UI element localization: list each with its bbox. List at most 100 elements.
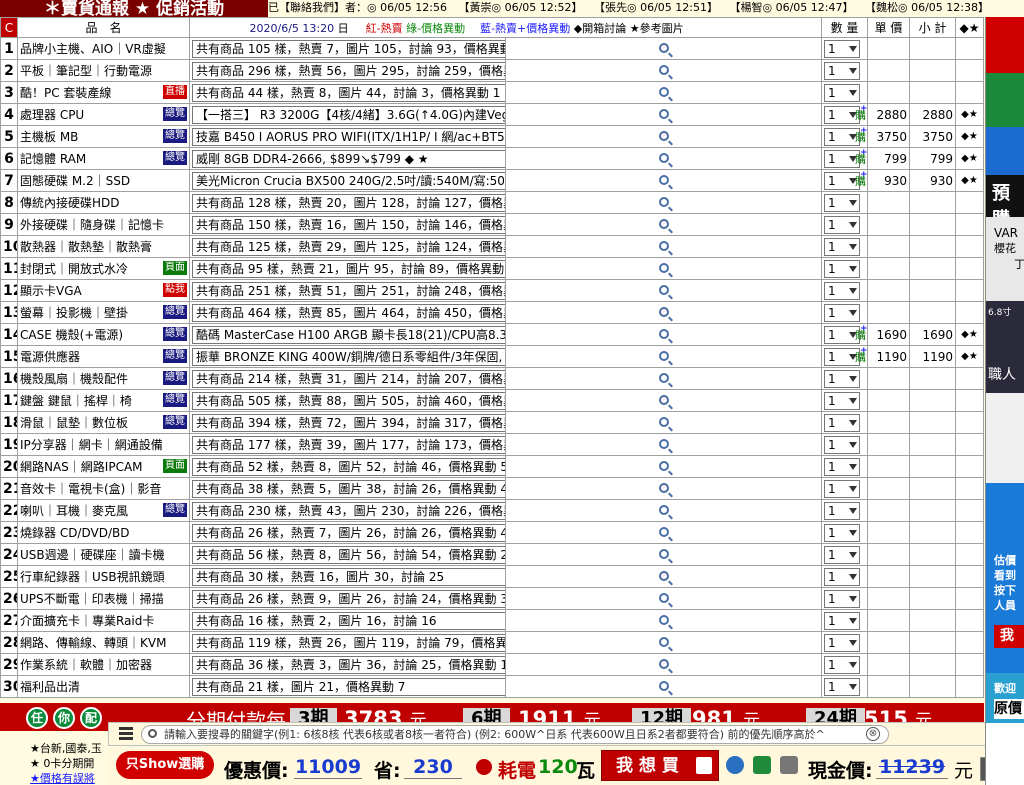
category-badge[interactable]: 總覽 [163, 349, 187, 363]
category-label[interactable]: 鍵盤 鍵鼠｜搖桿｜椅 [20, 394, 132, 408]
category-link[interactable]: 散熱器｜散熱墊｜散熱膏 [17, 235, 190, 258]
category-label[interactable]: 螢幕｜投影機｜壁掛 [20, 306, 128, 320]
category-link[interactable]: 記憶體 RAM 總覽 [17, 147, 190, 170]
magnifier-icon[interactable] [658, 416, 669, 427]
category-label[interactable]: CASE 機殼(+電源) [20, 328, 123, 342]
magnifier-icon[interactable] [658, 636, 669, 647]
category-badge[interactable]: 總覽 [163, 327, 187, 341]
category-label[interactable]: 外接硬碟｜隨身碟｜記憶卡 [20, 218, 164, 232]
product-select[interactable]: 共有商品 52 樣，熱賣 8，圖片 52，討論 46，價格異動 5 [192, 457, 505, 476]
qty-select[interactable]: 1 [824, 435, 860, 454]
category-link[interactable]: 行車紀錄器｜USB視訊鏡頭 [17, 565, 190, 588]
category-label[interactable]: 網路NAS｜網路IPCAM [20, 460, 143, 474]
category-label[interactable]: 行車紀錄器｜USB視訊鏡頭 [20, 570, 165, 584]
product-select[interactable]: 共有商品 125 樣，熱賣 29，圖片 125，討論 124，價格異動 1 [192, 237, 505, 256]
want-buy-button[interactable]: 我 想 買 [601, 750, 719, 781]
product-select[interactable]: 共有商品 177 樣，熱賣 39，圖片 177，討論 173，價格異動 28，限… [192, 435, 505, 454]
category-badge[interactable]: 總覽 [163, 503, 187, 517]
magnifier-icon[interactable] [658, 548, 669, 559]
qty-select[interactable]: 1 [824, 589, 860, 608]
qty-select[interactable]: 1 [824, 457, 860, 476]
category-link[interactable]: 品牌小主機、AIO｜VR虛擬 [17, 37, 190, 60]
category-link[interactable]: 作業系統｜軟體｜加密器 [17, 653, 190, 676]
category-label[interactable]: 平板｜筆記型｜行動電源 [20, 64, 152, 78]
magnifier-icon[interactable] [658, 394, 669, 405]
product-select[interactable]: 共有商品 394 樣，熱賣 72，圖片 394，討論 317，價格異動 29 [192, 413, 505, 432]
category-link[interactable]: 滑鼠｜鼠墊｜數位板 總覽 [17, 411, 190, 434]
category-badge[interactable]: 總覽 [163, 129, 187, 143]
product-select[interactable]: 共有商品 16 樣，熱賣 2，圖片 16，討論 16 [192, 611, 505, 630]
product-select[interactable]: 共有商品 105 樣，熱賣 7，圖片 105，討論 93，價格異動 9 [192, 39, 505, 58]
magnifier-icon[interactable] [658, 64, 669, 75]
category-label[interactable]: 介面擴充卡｜專業Raid卡 [20, 614, 154, 628]
qty-select[interactable]: 1 [824, 83, 860, 102]
category-link[interactable]: CASE 機殼(+電源) 總覽 [17, 323, 190, 346]
category-badge[interactable]: 頁面 [163, 459, 187, 473]
category-label[interactable]: 固態硬碟 M.2｜SSD [20, 174, 130, 188]
product-select[interactable]: 共有商品 251 樣，熱賣 51，圖片 251，討論 248，價格異動 52 [192, 281, 505, 300]
side-banner[interactable] [986, 73, 1024, 127]
product-select[interactable]: 共有商品 30 樣，熱賣 16，圖片 30，討論 25 [192, 567, 505, 586]
qty-select[interactable]: 1 [824, 479, 860, 498]
category-link[interactable]: 福利品出清 [17, 675, 190, 698]
category-label[interactable]: 音效卡｜電視卡(盒)｜影音 [20, 482, 161, 496]
category-badge[interactable]: 頁面 [163, 261, 187, 275]
category-link[interactable]: 封閉式｜開放式水冷 頁面 [17, 257, 190, 280]
magnifier-icon[interactable] [658, 86, 669, 97]
category-label[interactable]: 處理器 CPU [20, 108, 84, 122]
category-link[interactable]: 鍵盤 鍵鼠｜搖桿｜椅 總覽 [17, 389, 190, 412]
qty-select[interactable]: 1 [824, 611, 860, 630]
product-select[interactable]: 共有商品 21 樣，圖片 21，價格異動 7 [192, 677, 505, 696]
category-label[interactable]: 燒錄器 CD/DVD/BD [20, 526, 129, 540]
qty-select[interactable]: 1 [824, 391, 860, 410]
category-link[interactable]: 網路NAS｜網路IPCAM 頁面 [17, 455, 190, 478]
category-label[interactable]: UPS不斷電｜印表機｜掃描 [20, 592, 164, 606]
qty-select[interactable]: 1 [824, 369, 860, 388]
category-link[interactable]: 音效卡｜電視卡(盒)｜影音 [17, 477, 190, 500]
qty-select[interactable]: 1 [824, 501, 860, 520]
magnifier-icon[interactable] [658, 482, 669, 493]
qty-select[interactable]: 1 [824, 523, 860, 542]
magnifier-icon[interactable] [658, 460, 669, 471]
category-link[interactable]: 介面擴充卡｜專業Raid卡 [17, 609, 190, 632]
menu-icon[interactable] [119, 727, 133, 740]
buy-link[interactable]: 購 [855, 107, 866, 123]
product-select[interactable]: 技嘉 B450 I AORUS PRO WIFI(ITX/1H1P/ I 網/a… [192, 127, 505, 146]
category-label[interactable]: 福利品出清 [20, 680, 80, 694]
category-label[interactable]: 品牌小主機、AIO｜VR虛擬 [20, 42, 166, 56]
product-select[interactable]: 共有商品 44 樣，熱賣 8，圖片 44，討論 3，價格異動 1 [192, 83, 505, 102]
qty-select[interactable]: 1 [824, 303, 860, 322]
category-label[interactable]: 主機板 MB [20, 130, 78, 144]
product-select[interactable]: 共有商品 119 樣，熱賣 26，圖片 119，討論 79，價格異動 4 [192, 633, 505, 652]
category-link[interactable]: IP分享器｜網卡｜網通設備 [17, 433, 190, 456]
category-link[interactable]: 電源供應器 總覽 [17, 345, 190, 368]
category-label[interactable]: 滑鼠｜鼠墊｜數位板 [20, 416, 128, 430]
magnifier-icon[interactable] [658, 438, 669, 449]
product-select[interactable]: 共有商品 214 樣，熱賣 31，圖片 214，討論 207，價格異動 1 [192, 369, 505, 388]
search-input[interactable]: 請輸入要搜尋的關鍵字(例1: 6核8核 代表6核或者8核一者符合) (例2: 6… [141, 725, 889, 744]
category-badge[interactable]: 總覽 [163, 415, 187, 429]
category-label[interactable]: IP分享器｜網卡｜網通設備 [20, 438, 163, 452]
category-label[interactable]: 機殼風扇｜機殼配件 [20, 372, 128, 386]
product-select[interactable]: 共有商品 36 樣，熱賣 3，圖片 36，討論 25，價格異動 1 [192, 655, 505, 674]
product-select[interactable]: 美光Micron Crucia BX500 240G/2.5吋/讀:540M/寫… [192, 171, 505, 190]
product-select[interactable]: 共有商品 26 樣，熱賣 9，圖片 26，討論 24，價格異動 3 [192, 589, 505, 608]
buy-link[interactable]: 購 [855, 129, 866, 145]
category-badge[interactable]: 總覽 [163, 151, 187, 165]
magnifier-icon[interactable] [658, 504, 669, 515]
buy-link[interactable]: 購 [855, 173, 866, 189]
close-icon[interactable]: ⊗ [866, 727, 880, 741]
category-link[interactable]: 燒錄器 CD/DVD/BD [17, 521, 190, 544]
side-banner[interactable] [986, 127, 1024, 175]
magnifier-icon[interactable] [658, 592, 669, 603]
magnifier-icon[interactable] [658, 658, 669, 669]
product-select[interactable]: 共有商品 505 樣，熱賣 88，圖片 505，討論 460，價格異動 20 [192, 391, 505, 410]
category-label[interactable]: USB週邊｜硬碟座｜讀卡機 [20, 548, 165, 562]
magnifier-icon[interactable] [658, 306, 669, 317]
side-banner[interactable]: 6.8寸 職人 [986, 301, 1024, 393]
qty-select[interactable]: 1 [824, 193, 860, 212]
qty-select[interactable]: 1 [824, 633, 860, 652]
qty-select[interactable]: 1 [824, 39, 860, 58]
product-select[interactable]: 酷碼 MasterCase H100 ARGB 顯卡長18(21)/CPU高8.… [192, 325, 505, 344]
side-text[interactable]: 我 [994, 625, 1024, 648]
